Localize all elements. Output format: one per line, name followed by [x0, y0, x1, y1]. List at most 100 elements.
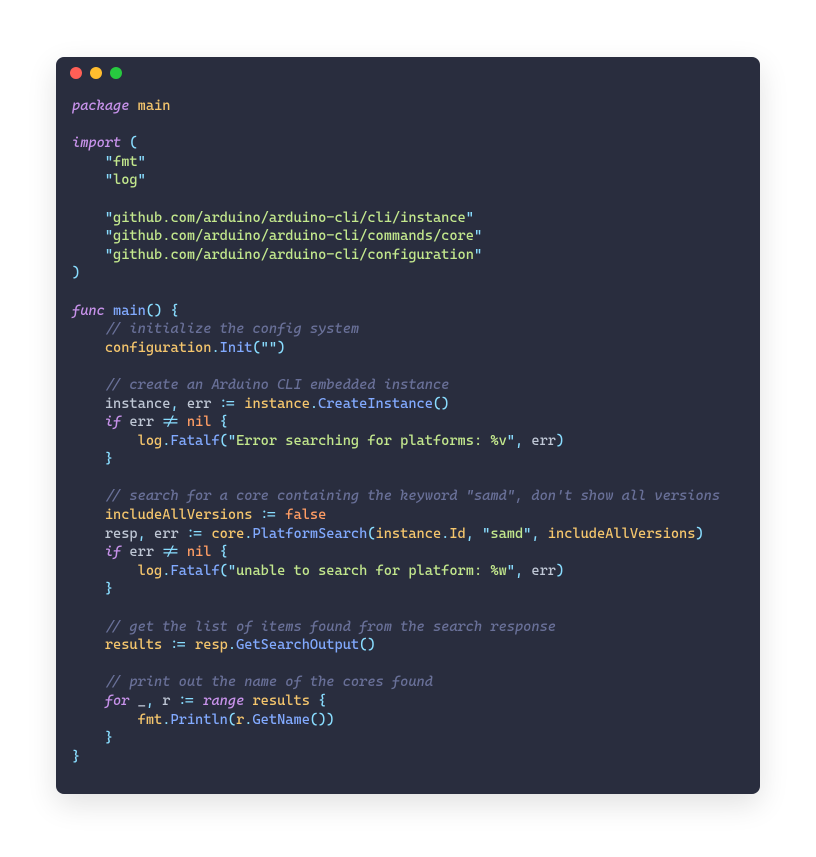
token-white — [211, 414, 219, 430]
token-strq: " — [269, 340, 277, 356]
token-punc: ) — [695, 526, 703, 542]
token-punc: ( — [129, 135, 137, 151]
token-varname: err — [154, 526, 179, 542]
token-str: unable to search for platform: %w — [236, 563, 507, 579]
token-ident: resp — [195, 637, 228, 653]
code-line: resp, err := core.PlatformSearch(instanc… — [72, 525, 744, 544]
token-white — [129, 693, 137, 709]
code-line: log.Fatalf("unable to search for platfor… — [72, 562, 744, 581]
token-white — [72, 451, 105, 467]
token-call: Println — [170, 712, 227, 728]
code-line: results := resp.GetSearchOutput() — [72, 636, 744, 655]
token-varname: resp — [105, 526, 138, 542]
code-line: configuration.Init("") — [72, 339, 744, 358]
token-punc: () — [433, 396, 449, 412]
token-kw-pkg: if — [105, 544, 121, 560]
code-line: ) — [72, 264, 744, 283]
token-white — [146, 526, 154, 542]
token-varname: err — [129, 544, 154, 560]
token-call: main — [113, 303, 146, 319]
token-strq: " — [474, 228, 482, 244]
token-white — [72, 712, 138, 728]
code-line: } — [72, 729, 744, 748]
token-white — [72, 247, 105, 263]
token-call: Fatalf — [170, 563, 219, 579]
token-varname: instance — [105, 396, 171, 412]
token-kw-pkg: for — [105, 693, 130, 709]
token-str: log — [113, 172, 138, 188]
code-block: package main import ( "fmt" "log" "githu… — [56, 89, 760, 778]
code-line: "github.com/arduino/arduino-cli/cli/inst… — [72, 209, 744, 228]
close-icon[interactable] — [70, 67, 82, 79]
token-punc: ) — [72, 265, 80, 281]
token-str: fmt — [113, 154, 138, 170]
code-line: package main — [72, 97, 744, 116]
token-white — [72, 581, 105, 597]
token-punc: , — [466, 526, 474, 542]
token-call: CreateInstance — [318, 396, 433, 412]
token-str: github.com/arduino/arduino-cli/configura… — [113, 247, 474, 263]
token-punc: ( — [220, 433, 228, 449]
token-comment: // print out the name of the cores found — [105, 674, 433, 690]
token-white — [129, 98, 137, 114]
token-punc: } — [105, 581, 113, 597]
token-ident: instance — [376, 526, 442, 542]
token-white — [72, 544, 105, 560]
maximize-icon[interactable] — [110, 67, 122, 79]
token-punc: := — [170, 637, 186, 653]
token-ident: includeAllVersions — [548, 526, 696, 542]
token-str: github.com/arduino/arduino-cli/cli/insta… — [113, 210, 466, 226]
token-punc: , — [515, 433, 523, 449]
token-punc: := — [179, 693, 195, 709]
token-punc: ) — [556, 433, 564, 449]
token-white — [154, 414, 162, 430]
token-punc: ( — [252, 340, 260, 356]
token-ident: main — [138, 98, 171, 114]
code-line: "log" — [72, 171, 744, 190]
token-strq: " — [138, 172, 146, 188]
token-call: PlatformSearch — [252, 526, 367, 542]
token-call: GetSearchOutput — [236, 637, 359, 653]
token-punc: , — [146, 693, 154, 709]
token-const: nil — [187, 414, 212, 430]
token-call: Fatalf — [170, 433, 219, 449]
token-comment: // create an Arduino CLI embedded instan… — [105, 377, 450, 393]
token-white — [105, 303, 113, 319]
token-strq: " — [105, 172, 113, 188]
token-call: Init — [220, 340, 253, 356]
code-line: } — [72, 580, 744, 599]
code-line: // print out the name of the cores found — [72, 673, 744, 692]
token-white — [72, 414, 105, 430]
token-punc: , — [170, 396, 178, 412]
token-white — [72, 730, 105, 746]
token-white — [310, 693, 318, 709]
code-line: includeAllVersions := false — [72, 506, 744, 525]
token-call: GetName — [252, 712, 309, 728]
token-white — [211, 544, 219, 560]
token-punc: ) — [277, 340, 285, 356]
token-punc: { — [170, 303, 178, 319]
code-window: package main import ( "fmt" "log" "githu… — [56, 57, 760, 794]
token-strq: " — [228, 433, 236, 449]
token-white — [211, 396, 219, 412]
code-line — [72, 599, 744, 618]
token-ident: fmt — [138, 712, 163, 728]
code-line: if err != nil { — [72, 543, 744, 562]
code-line: if err != nil { — [72, 413, 744, 432]
token-white — [72, 228, 105, 244]
token-white — [72, 340, 105, 356]
token-strq: " — [138, 154, 146, 170]
token-white — [474, 526, 482, 542]
minimize-icon[interactable] — [90, 67, 102, 79]
code-line: } — [72, 748, 744, 767]
token-punc: . — [310, 396, 318, 412]
token-varname: err — [129, 414, 154, 430]
code-line: for _, r := range results { — [72, 692, 744, 711]
token-punc: { — [220, 414, 228, 430]
token-white — [72, 674, 105, 690]
token-punc: , — [138, 526, 146, 542]
code-line: "github.com/arduino/arduino-cli/configur… — [72, 246, 744, 265]
token-comment: // get the list of items found from the … — [105, 619, 556, 635]
token-white — [72, 637, 105, 653]
token-white — [72, 619, 105, 635]
